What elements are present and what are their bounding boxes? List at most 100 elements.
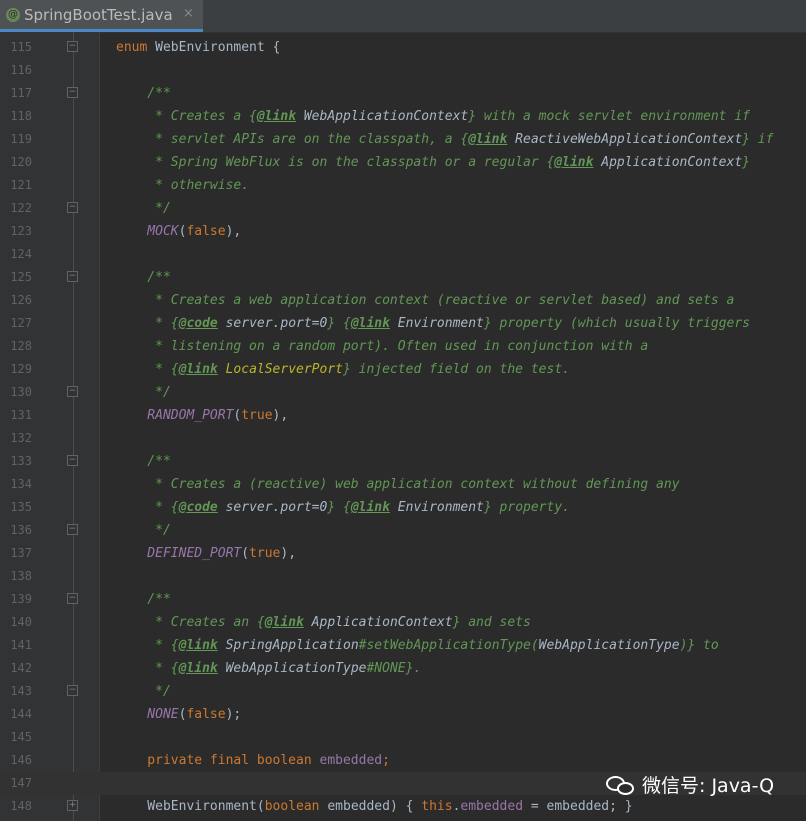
code-line[interactable]: 121 * otherwise.	[0, 174, 806, 197]
code-line[interactable]: 132	[0, 427, 806, 450]
code-line[interactable]: 136 − */	[0, 519, 806, 542]
code-line[interactable]: 148 + WebEnvironment(boolean embedded) { …	[0, 795, 806, 818]
line-number: 143	[10, 684, 32, 698]
code-token: ),	[280, 546, 297, 561]
code-line[interactable]: 146 private final boolean embedded;	[0, 749, 806, 772]
code-token: #NONE}.	[366, 661, 422, 676]
code-line[interactable]: 140 * Creates an {@link ApplicationConte…	[0, 611, 806, 634]
code-line[interactable]: 126 * Creates a web application context …	[0, 289, 806, 312]
code-text: /**	[116, 85, 171, 102]
code-token: Environment	[389, 500, 484, 515]
code-text: * Creates a (reactive) web application c…	[116, 476, 680, 493]
code-line[interactable]: 115 − enum WebEnvironment {	[0, 36, 806, 59]
code-text: /**	[116, 591, 171, 608]
code-line[interactable]: 142 * {@link WebApplicationType#NONE}.	[0, 657, 806, 680]
code-line[interactable]: 128 * listening on a random port). Often…	[0, 335, 806, 358]
code-token: SpringApplication	[217, 638, 359, 653]
code-token: * Creates a {	[116, 109, 257, 124]
code-text: NONE(false);	[116, 706, 241, 723]
close-icon[interactable]: ×	[183, 6, 194, 21]
code-line[interactable]: 134 * Creates a (reactive) web applicati…	[0, 473, 806, 496]
code-line[interactable]: 123 MOCK(false),	[0, 220, 806, 243]
code-token: @link	[350, 500, 390, 515]
line-number: 131	[10, 408, 32, 422]
fold-collapse-icon[interactable]: −	[67, 685, 78, 696]
code-line[interactable]: 135 * {@code server.port=0} {@link Envir…	[0, 496, 806, 519]
fold-collapse-icon[interactable]: −	[67, 386, 78, 397]
line-number: 130	[10, 385, 32, 399]
line-number: 119	[10, 132, 32, 146]
code-token: WebApplicationType	[217, 661, 367, 676]
watermark-text: 微信号: Java-Q	[642, 775, 775, 797]
code-token: * Creates a (reactive) web application c…	[116, 477, 680, 492]
code-token: ApplicationContext	[303, 615, 453, 630]
code-token: ReactiveWebApplicationContext	[507, 132, 743, 147]
code-line[interactable]: 125 − /**	[0, 266, 806, 289]
line-number: 142	[10, 661, 32, 675]
code-line[interactable]: 118 * Creates a {@link WebApplicationCon…	[0, 105, 806, 128]
code-line[interactable]: 119 * servlet APIs are on the classpath,…	[0, 128, 806, 151]
code-text: * Creates a web application context (rea…	[116, 292, 734, 309]
code-line[interactable]: 117 − /**	[0, 82, 806, 105]
code-line[interactable]: 139 − /**	[0, 588, 806, 611]
code-token: private final boolean	[116, 753, 320, 768]
fold-expand-icon[interactable]: +	[67, 800, 78, 811]
line-number: 116	[10, 63, 32, 77]
code-text: */	[116, 522, 171, 539]
fold-collapse-icon[interactable]: −	[67, 202, 78, 213]
code-token: }	[742, 155, 750, 170]
tab-springboottest-java[interactable]: @ SpringBootTest.java ×	[0, 0, 203, 32]
line-number: 147	[10, 776, 32, 790]
fold-collapse-icon[interactable]: −	[67, 271, 78, 282]
code-line[interactable]: 130 − */	[0, 381, 806, 404]
code-line[interactable]: 141 * {@link SpringApplication#setWebApp…	[0, 634, 806, 657]
code-line[interactable]: 137 DEFINED_PORT(true),	[0, 542, 806, 565]
code-line[interactable]: 145	[0, 726, 806, 749]
code-line[interactable]: 133 − /**	[0, 450, 806, 473]
fold-collapse-icon[interactable]: −	[67, 593, 78, 604]
fold-collapse-icon[interactable]: −	[67, 41, 78, 52]
code-line[interactable]: 120 * Spring WebFlux is on the classpath…	[0, 151, 806, 174]
code-line[interactable]: 127 * {@code server.port=0} {@link Envir…	[0, 312, 806, 335]
code-line[interactable]: 138	[0, 565, 806, 588]
code-token: } with a mock servlet environment if	[468, 109, 750, 124]
code-line[interactable]: 116	[0, 59, 806, 82]
code-text: * otherwise.	[116, 177, 249, 194]
code-line[interactable]: 122 − */	[0, 197, 806, 220]
code-text: * {@link LocalServerPort} injected field…	[116, 361, 570, 378]
code-token: * {	[116, 638, 179, 653]
code-token: } {	[327, 500, 351, 515]
editor-tab-bar: @ SpringBootTest.java ×	[0, 0, 806, 33]
line-number: 136	[10, 523, 32, 537]
code-token: * Creates an {	[116, 615, 265, 630]
code-token: @code	[178, 316, 218, 331]
code-token: * Creates a web application context (rea…	[116, 293, 735, 308]
code-line[interactable]: 124	[0, 243, 806, 266]
wechat-icon	[606, 774, 636, 796]
code-token: server.port=0	[217, 500, 328, 515]
code-token: embedded) {	[327, 799, 422, 814]
code-text: * listening on a random port). Often use…	[116, 338, 648, 355]
code-token: */	[116, 684, 171, 699]
code-line[interactable]: 129 * {@link LocalServerPort} injected f…	[0, 358, 806, 381]
fold-collapse-icon[interactable]: −	[67, 524, 78, 535]
line-number: 126	[10, 293, 32, 307]
code-token: * {	[116, 661, 179, 676]
line-number: 140	[10, 615, 32, 629]
code-editor[interactable]: 115 − enum WebEnvironment { 116 117 − /** 118 …	[0, 32, 806, 821]
code-token: false	[186, 224, 226, 239]
code-line[interactable]: 143 − */	[0, 680, 806, 703]
code-token: embedded	[319, 753, 383, 768]
code-token: @link	[468, 132, 508, 147]
code-line[interactable]: 131 RANDOM_PORT(true),	[0, 404, 806, 427]
code-token: @link	[178, 661, 218, 676]
wechat-watermark: 微信号: Java-Q	[606, 771, 774, 798]
code-line[interactable]: 144 NONE(false);	[0, 703, 806, 726]
line-number: 122	[10, 201, 32, 215]
code-token: * {	[116, 500, 179, 515]
line-number: 145	[10, 730, 32, 744]
code-token: * servlet APIs are on the classpath, a {	[116, 132, 469, 147]
fold-collapse-icon[interactable]: −	[67, 87, 78, 98]
code-text: * servlet APIs are on the classpath, a {…	[116, 131, 773, 148]
fold-collapse-icon[interactable]: −	[67, 455, 78, 466]
